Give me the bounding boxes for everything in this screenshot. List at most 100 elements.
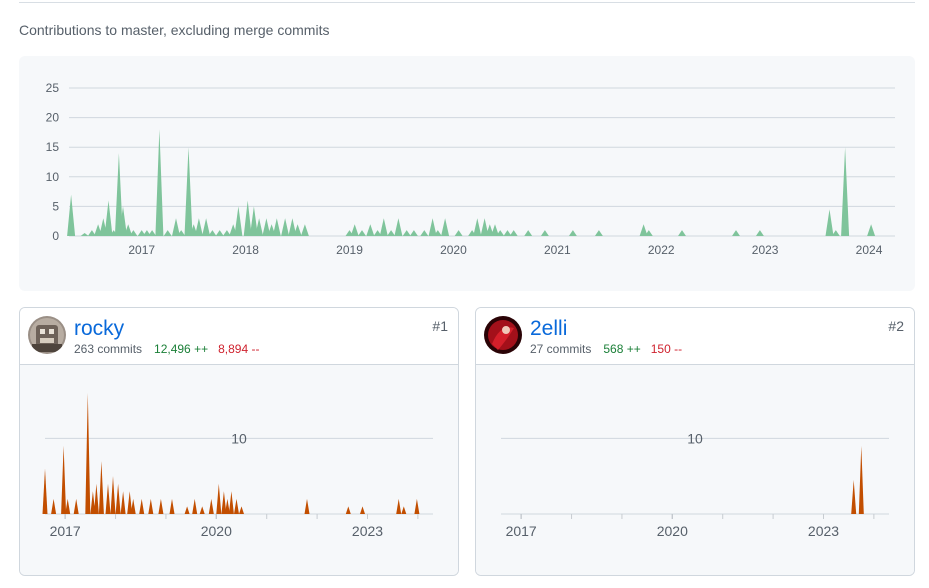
area-spike (409, 230, 418, 236)
area-spike (104, 200, 113, 236)
area-spike (414, 498, 420, 514)
area-spike (851, 480, 857, 514)
x-tick-label: 2017 (128, 243, 155, 257)
contributor-card-2elli: 2elli 27 commits 568 ++ 150 -- #2 10 2017 20… (475, 307, 915, 576)
x-tick-label: 2021 (544, 243, 571, 257)
area-spike (243, 200, 252, 236)
contributor-chart-svg: 10 2017 2020 2023 (501, 430, 889, 539)
area-spike (858, 445, 864, 514)
area-spike (61, 445, 67, 514)
area-spike (379, 218, 388, 236)
area-spike (130, 498, 136, 514)
area-spike (509, 230, 518, 236)
area-spike (199, 506, 205, 514)
area-spike (67, 194, 76, 236)
area-spike (594, 230, 603, 236)
y-tick-label: 10 (687, 430, 703, 446)
additions-count: 568 ++ (603, 342, 641, 356)
area-spike (396, 498, 402, 514)
area-spike (825, 209, 834, 236)
contributor-login-link[interactable]: rocky (74, 317, 124, 341)
area-spike (239, 506, 244, 514)
area-spike (841, 147, 850, 236)
y-tick-label: 15 (46, 140, 60, 154)
area-spike (110, 476, 116, 514)
area-spike (184, 147, 193, 236)
y-tick-label: 10 (231, 430, 247, 446)
deletions-count: 150 -- (650, 342, 683, 356)
commit-count[interactable]: 263 commits (74, 342, 142, 356)
x-tick-label: 2023 (352, 523, 383, 539)
commit-count[interactable]: 27 commits (530, 342, 591, 356)
x-tick-label: 2022 (648, 243, 675, 257)
y-tick-label: 20 (46, 111, 60, 125)
area-spike (73, 498, 79, 514)
area-spike (148, 230, 157, 236)
avatar[interactable] (28, 316, 66, 354)
y-tick-label: 5 (52, 199, 59, 213)
area-spike (281, 218, 290, 236)
overall-contributions-chart[interactable]: 0 5 10 15 20 25 2017 2018 2019 2020 2021 2022 2023 20… (19, 56, 915, 291)
area-spike (366, 224, 375, 236)
y-tick-label: 25 (46, 81, 60, 95)
area-spike (454, 230, 463, 236)
area-spike (234, 498, 239, 514)
area-spike (272, 218, 281, 236)
area-spike (360, 506, 365, 514)
area-spike (350, 224, 359, 236)
area-spike (216, 483, 222, 514)
area-spike (172, 218, 180, 236)
area-spike (304, 498, 310, 514)
area-spike (540, 230, 549, 236)
additions-count: 12,496 ++ (154, 342, 209, 356)
x-tick-label: 2024 (856, 243, 883, 257)
contributor-rank: #2 (888, 318, 904, 334)
x-tick-label: 2020 (440, 243, 467, 257)
contributor-rank: #1 (432, 318, 448, 334)
area-spike (867, 224, 876, 236)
area-spike (428, 218, 437, 236)
contributor-chart-svg: 10 2017 2020 2023 (42, 393, 433, 539)
avatar[interactable] (484, 316, 522, 354)
area-spike (300, 224, 309, 236)
area-spike (163, 230, 172, 236)
area-spike (202, 218, 211, 236)
area-spike (158, 498, 164, 514)
area-spike (215, 230, 224, 236)
area-spike (401, 506, 407, 514)
x-tick-label: 2018 (232, 243, 259, 257)
x-tick-label: 2017 (50, 523, 81, 539)
area-spike (194, 218, 203, 236)
area-spike (503, 230, 512, 236)
contributor-stats: 263 commits 12,496 ++ 8,894 -- (74, 342, 259, 356)
contributor-stats: 27 commits 568 ++ 150 -- (530, 342, 682, 356)
contributor-card-header: 2elli 27 commits 568 ++ 150 -- #2 (476, 308, 914, 365)
contributor-card-header: rocky 263 commits 12,496 ++ 8,894 -- #1 (20, 308, 458, 365)
area-spike (139, 498, 145, 514)
area-spike (208, 498, 214, 514)
area-spike (524, 230, 533, 236)
area-spike (85, 393, 91, 514)
area-spike (51, 498, 57, 514)
area-spike (155, 129, 164, 236)
area-spike (678, 230, 686, 236)
contributor-login-link[interactable]: 2elli (530, 317, 567, 341)
area-spike (473, 218, 482, 236)
area-spike (755, 230, 764, 236)
deletions-count: 8,894 -- (218, 342, 260, 356)
area-spike (80, 233, 89, 236)
x-tick-label: 2023 (808, 523, 839, 539)
area-spike (169, 498, 175, 514)
area-spike (192, 498, 198, 514)
y-tick-label: 0 (52, 229, 59, 243)
area-spike (358, 230, 366, 236)
area-spike (732, 230, 740, 236)
area-spike (228, 491, 234, 514)
x-tick-label: 2017 (506, 523, 537, 539)
area-spike (387, 230, 396, 236)
x-tick-label: 2020 (201, 523, 232, 539)
area-spike (441, 218, 450, 236)
contributor-card-rocky: rocky 263 commits 12,496 ++ 8,894 -- #1 10… (19, 307, 459, 576)
x-tick-label: 2019 (336, 243, 363, 257)
area-spike (105, 483, 111, 514)
